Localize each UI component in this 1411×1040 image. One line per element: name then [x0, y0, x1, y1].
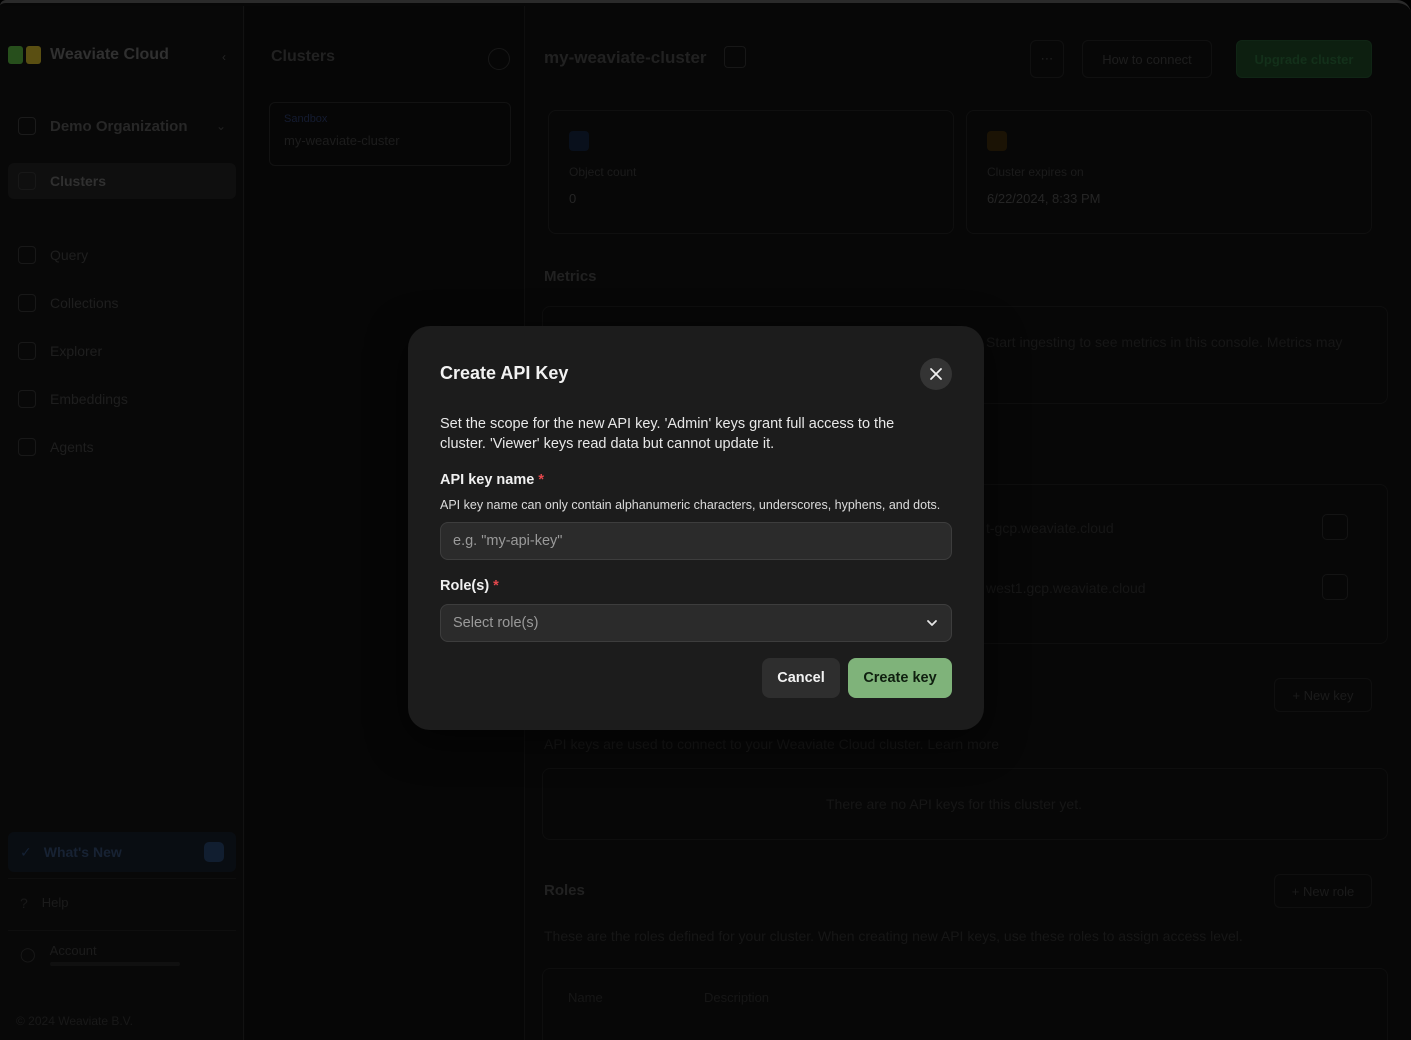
dialog-description: Set the scope for the new API key. 'Admi…	[440, 416, 895, 452]
api-key-name-hint: API key name can only contain alphanumer…	[440, 498, 941, 512]
cancel-button[interactable]: Cancel	[762, 658, 840, 698]
close-button[interactable]	[920, 358, 952, 390]
required-marker: *	[493, 578, 499, 594]
close-icon	[930, 368, 942, 380]
api-key-name-input[interactable]	[440, 522, 952, 560]
roles-label: Role(s) *	[440, 578, 499, 594]
create-api-key-dialog: Create API Key Set the scope for the new…	[408, 326, 984, 730]
chevron-down-icon	[925, 616, 939, 630]
app-window: Weaviate Cloud ‹ Demo Organization ⌄ Clu…	[0, 0, 1411, 1040]
roles-select-placeholder: Select role(s)	[453, 615, 539, 631]
label-text: API key name	[440, 472, 535, 488]
create-key-button[interactable]: Create key	[848, 658, 952, 698]
roles-select[interactable]: Select role(s)	[440, 604, 952, 642]
dialog-title: Create API Key	[440, 363, 569, 383]
api-key-name-label: API key name *	[440, 472, 544, 488]
label-text: Role(s)	[440, 578, 490, 594]
required-marker: *	[538, 472, 544, 488]
